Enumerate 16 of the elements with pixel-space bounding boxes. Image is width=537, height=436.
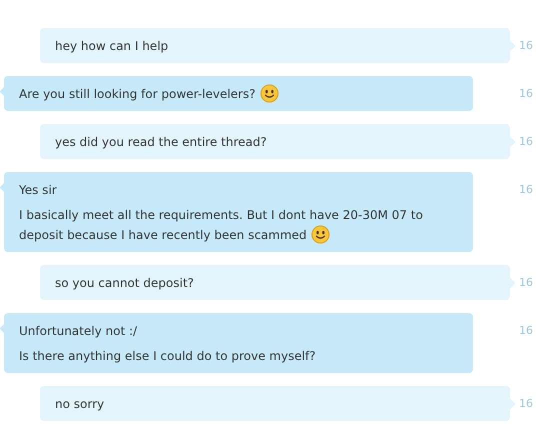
timestamp: 16 bbox=[519, 396, 533, 410]
message-text: so you cannot deposit? bbox=[55, 275, 195, 292]
timestamp: 16 bbox=[519, 38, 533, 52]
message-text: no sorry bbox=[55, 396, 106, 413]
message-text: Is there anything else I could do to prove myself? bbox=[19, 348, 317, 365]
message-text: Yes sir bbox=[19, 182, 58, 199]
message-text: yes did you read the entire thread? bbox=[55, 134, 268, 151]
timestamp: 16 bbox=[519, 275, 533, 289]
timestamp: 16 bbox=[519, 323, 533, 337]
message-text: I basically meet all the requirements. But I dont have 20-30M 07 to deposit because I have recently been scammed bbox=[19, 207, 424, 245]
message-text: Are you still looking for power-levelers? bbox=[19, 84, 458, 104]
message-text: hey how can I help bbox=[55, 38, 170, 55]
message-text: Unfortunately not :/ bbox=[19, 323, 138, 340]
timestamp: 16 bbox=[519, 182, 533, 196]
timestamp: 16 bbox=[519, 86, 533, 100]
timestamp: 16 bbox=[519, 134, 533, 148]
